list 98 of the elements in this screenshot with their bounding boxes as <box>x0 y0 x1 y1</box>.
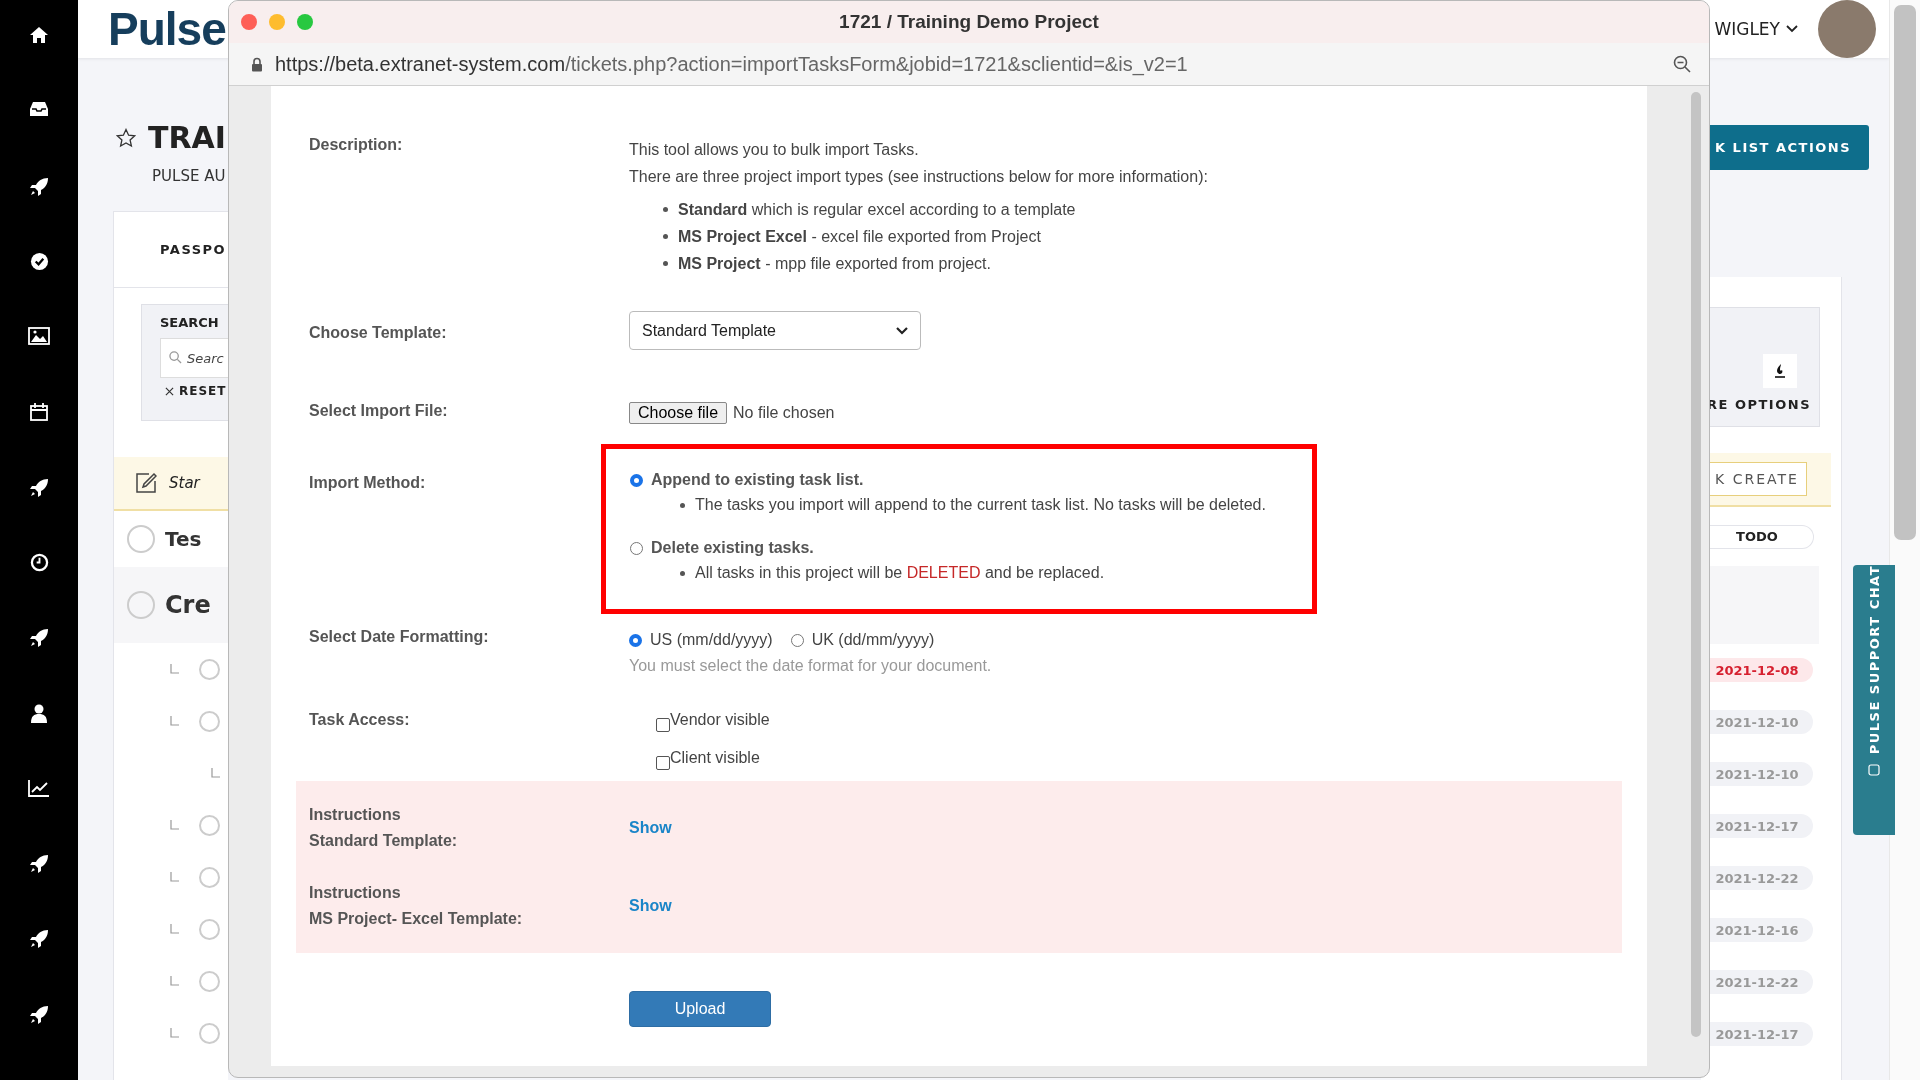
user-icon[interactable] <box>31 703 47 723</box>
field-label: MS Project- Excel Template: <box>309 909 524 929</box>
template-dropdown[interactable]: Standard Template <box>629 311 921 350</box>
tree-connector-icon <box>170 1028 179 1038</box>
description-text: This tool allows you to bulk import Tasks. <box>629 140 920 160</box>
subtask-checkbox[interactable] <box>199 658 220 680</box>
support-chat-label: PULSE SUPPORT CHAT <box>1866 565 1882 755</box>
field-label: Task Access: <box>309 711 411 730</box>
option-note: The tasks you import will append to the current task list. No tasks will be deleted. <box>695 495 1266 515</box>
bullet-icon <box>680 570 685 576</box>
scrollbar[interactable] <box>1889 0 1920 1080</box>
app-logo[interactable]: Pulse <box>108 2 226 56</box>
bullet-icon <box>663 261 668 266</box>
zoom-out-icon[interactable] <box>1673 55 1691 73</box>
subtask-checkbox[interactable] <box>199 918 220 940</box>
line-chart-icon[interactable] <box>28 778 50 797</box>
page-title: TRAI <box>148 120 226 155</box>
tree-connector-icon <box>170 872 179 882</box>
rocket-icon[interactable] <box>29 628 49 649</box>
page-subtitle: PULSE AU <box>152 167 227 185</box>
chevron-down-icon[interactable] <box>1786 25 1798 33</box>
show-link[interactable]: Show <box>629 819 672 837</box>
tree-connector-icon <box>170 716 179 726</box>
user-menu[interactable]: WIGLEY <box>1714 19 1780 39</box>
task-name[interactable]: Cre <box>165 591 211 619</box>
tree-connector-icon <box>170 924 179 934</box>
show-link[interactable]: Show <box>629 897 672 915</box>
subtask-checkbox[interactable] <box>199 1022 220 1044</box>
option-label[interactable]: US (mm/dd/yyyy) <box>650 631 773 649</box>
rocket-icon[interactable] <box>29 176 49 197</box>
bullet-icon <box>680 502 685 508</box>
edit-icon[interactable] <box>135 472 157 494</box>
subtask-checkbox[interactable] <box>199 866 220 888</box>
checkbox[interactable] <box>656 718 670 732</box>
field-label: Import Method: <box>309 473 427 493</box>
search-icon <box>169 351 182 364</box>
reset-link[interactable]: RESET <box>179 384 227 398</box>
checkbox[interactable] <box>656 756 670 770</box>
tree-connector-icon <box>170 664 179 674</box>
chevron-down-icon <box>896 326 908 335</box>
hint-text: You must select the date format for your document. <box>629 657 992 675</box>
tree-connector-icon <box>170 976 179 986</box>
check-circle-icon[interactable] <box>29 251 49 271</box>
star-icon[interactable] <box>116 127 136 148</box>
tree-connector-icon <box>170 820 179 830</box>
import-type-item: MS Project - mpp file exported from project. <box>678 254 991 274</box>
option-label[interactable]: Delete existing tasks. <box>651 539 814 557</box>
pin-button[interactable] <box>1763 354 1797 388</box>
choose-file-button[interactable]: Choose file <box>629 402 728 424</box>
close-icon[interactable] <box>165 386 174 396</box>
description-text: There are three project import types (see instructions below for more information): <box>629 167 1208 187</box>
radio-button[interactable] <box>630 473 643 487</box>
search-field[interactable]: Searc <box>160 338 228 378</box>
subtask-checkbox[interactable] <box>199 970 220 992</box>
subtask-checkbox[interactable] <box>199 710 220 732</box>
field-label: Select Import File: <box>309 402 449 421</box>
field-label: Standard Template: <box>309 831 459 851</box>
option-note: All tasks in this project will be DELETED and be replaced. <box>695 563 1105 583</box>
radio-button[interactable] <box>629 633 642 647</box>
field-label: Description: <box>309 136 404 155</box>
home-icon[interactable] <box>29 26 49 44</box>
import-type-item: MS Project Excel - excel file exported from Project <box>678 227 1041 247</box>
field-label: Instructions <box>309 883 402 903</box>
task-name[interactable]: Tes <box>165 527 202 551</box>
checkbox-label[interactable]: Client visible <box>670 749 760 767</box>
pin-icon <box>1774 363 1786 379</box>
avatar[interactable] <box>1818 0 1876 58</box>
task-checkbox[interactable] <box>127 525 155 553</box>
window-title: 1721 / Training Demo Project <box>839 11 1099 33</box>
tree-connector-icon <box>211 768 220 778</box>
search-label: SEARCH <box>160 315 220 330</box>
rocket-icon[interactable] <box>29 477 49 498</box>
rocket-icon[interactable] <box>29 929 49 950</box>
bullet-icon <box>663 234 668 239</box>
support-chat-tab[interactable]: PULSE SUPPORT CHAT <box>1853 565 1895 835</box>
inbox-icon[interactable] <box>29 101 49 118</box>
task-checkbox[interactable] <box>127 591 155 619</box>
calendar-icon[interactable] <box>29 402 49 423</box>
lock-icon <box>251 56 263 72</box>
quick-entry-text[interactable]: Star <box>169 474 200 492</box>
checkbox-label[interactable]: Vendor visible <box>670 711 770 729</box>
chat-icon <box>1868 764 1880 777</box>
rocket-icon[interactable] <box>29 854 49 875</box>
bullet-icon <box>663 207 668 212</box>
upload-button[interactable]: Upload <box>629 991 771 1027</box>
rocket-icon[interactable] <box>29 1004 49 1025</box>
subtask-checkbox[interactable] <box>199 814 220 836</box>
file-status: No file chosen <box>733 404 835 422</box>
clock-icon[interactable] <box>29 552 49 572</box>
field-label: Select Date Formatting: <box>309 628 490 647</box>
tab[interactable]: PASSPO <box>160 242 227 257</box>
close-window-button[interactable] <box>241 14 257 30</box>
image-icon[interactable] <box>28 327 50 346</box>
option-label[interactable]: UK (dd/mm/yyyy) <box>811 631 935 649</box>
field-label: Choose Template: <box>309 323 448 343</box>
import-type-item: Standard which is regular excel according to a template <box>678 200 1076 220</box>
option-label[interactable]: Append to existing task list. <box>651 471 864 489</box>
field-label: Instructions <box>309 805 402 825</box>
